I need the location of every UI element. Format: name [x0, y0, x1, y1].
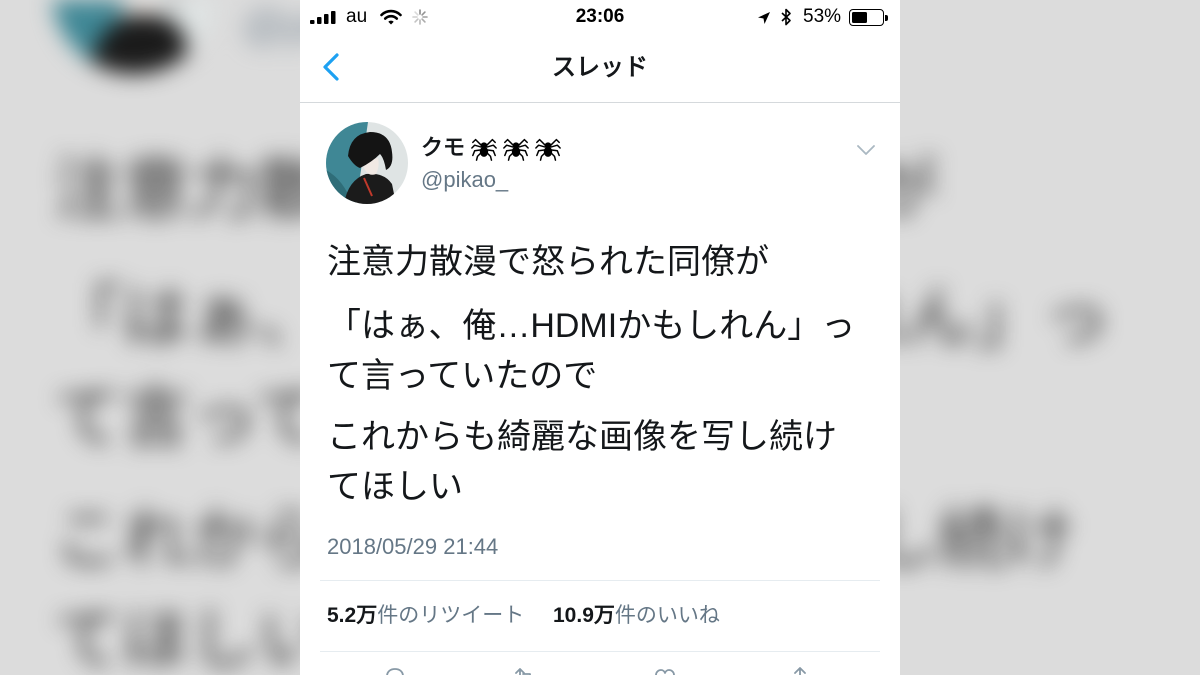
share-button[interactable] — [788, 666, 812, 675]
tweet: クモ @pikao_ 注意力散漫で怒られた同僚が 「はぁ、俺…HDMIかもしれん… — [300, 0, 900, 675]
retweet-label: 件のリツイート — [377, 604, 525, 627]
like-count-link[interactable]: 10.9万件のいいね — [553, 602, 720, 630]
avatar[interactable] — [326, 122, 408, 204]
retweet-count-link[interactable]: 5.2万件のリツイート — [327, 602, 524, 630]
avatar-image — [326, 122, 408, 204]
tweet-text-line: てほしい — [327, 468, 463, 506]
blurred-avatar — [52, 0, 216, 74]
tweet-menu-button[interactable] — [854, 140, 878, 160]
like-button[interactable] — [653, 666, 677, 675]
retweet-count: 5.2万 — [327, 604, 378, 627]
like-count: 10.9万 — [553, 604, 615, 627]
divider — [320, 580, 880, 581]
retweet-icon — [515, 668, 531, 675]
phone-screen: au 23:06 53% スレッド クモ @pikao_ 注意力散漫で怒られた同… — [300, 0, 900, 675]
like-label: 件のいいね — [614, 604, 720, 627]
tweet-timestamp: 2018/05/29 21:44 — [327, 534, 499, 559]
share-icon — [794, 667, 806, 675]
author-handle[interactable]: @pikao_ — [421, 166, 508, 194]
tweet-paragraph: これからも綺麗な画像を写し続け てほしい — [327, 412, 837, 512]
spider-icon — [503, 138, 529, 161]
reply-button[interactable] — [383, 666, 407, 675]
spider-icon — [471, 138, 497, 161]
reply-icon — [386, 668, 404, 675]
chevron-down-icon — [857, 145, 875, 155]
tweet-actions — [300, 666, 900, 675]
like-icon — [655, 669, 675, 675]
divider — [320, 651, 880, 652]
spider-icon — [535, 138, 561, 161]
author-name: クモ — [421, 135, 466, 160]
blurred-text-line: てほしい — [54, 602, 327, 675]
tweet-text-line: 「はぁ、俺…HDMIかもしれん」っ — [327, 307, 856, 345]
tweet-text-line: 注意力散漫で怒られた同僚が — [327, 243, 769, 281]
retweet-button[interactable] — [513, 666, 537, 675]
blurred-avatar-image — [52, 0, 216, 74]
tweet-paragraph: 「はぁ、俺…HDMIかもしれん」っ て言っていたので — [327, 301, 855, 401]
tweet-text-line: て言っていたので — [327, 357, 598, 395]
tweet-text-line: これからも綺麗な画像を写し続け — [327, 418, 837, 456]
tweet-paragraph: 注意力散漫で怒られた同僚が — [327, 237, 769, 287]
author-name-row[interactable]: クモ — [421, 133, 562, 163]
